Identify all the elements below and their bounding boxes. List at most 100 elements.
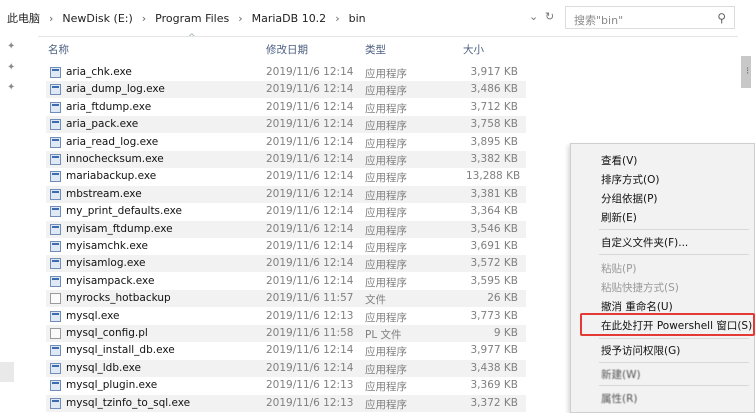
file-row[interactable]: aria_read_log.exe 2019/11/6 12:14 应用程序 3,89… bbox=[46, 134, 526, 151]
file-row[interactable]: mysql_ldb.exe 2019/11/6 12:14 应用程序 3,438 KB bbox=[46, 359, 526, 377]
exe-icon bbox=[50, 136, 61, 148]
file-date: 2019/11/6 12:14 bbox=[266, 100, 354, 113]
file-icon bbox=[50, 293, 61, 305]
menu-item-group[interactable]: 分组依据(P) bbox=[601, 191, 658, 206]
file-size: 3,382 KB bbox=[470, 153, 519, 165]
menu-item-undo-rename[interactable]: 撤消 重命名(U) bbox=[601, 299, 673, 314]
file-size: 3,712 KB bbox=[470, 100, 519, 113]
file-name: mysql_ldb.exe bbox=[66, 361, 141, 374]
file-date: 2019/11/6 12:14 bbox=[266, 361, 354, 374]
file-row[interactable]: myisamchk.exe 2019/11/6 12:14 应用程序 3,691 KB bbox=[46, 238, 526, 255]
column-header: ^ 名称 修改日期 类型 大小 bbox=[38, 33, 738, 60]
file-name: mysql_tzinfo_to_sql.exe bbox=[66, 396, 191, 409]
file-date: 2019/11/6 11:58 bbox=[266, 327, 354, 339]
breadcrumb-newdisk[interactable]: NewDisk (E:) bbox=[59, 12, 135, 25]
file-row[interactable]: myrocks_hotbackup 2019/11/6 11:57 文件 26 KB bbox=[46, 290, 526, 308]
file-size: 13,288 KB bbox=[466, 170, 521, 183]
file-row[interactable]: myisampack.exe 2019/11/6 12:14 应用程序 3,595 K… bbox=[46, 273, 526, 290]
file-row[interactable]: mysql.exe 2019/11/6 12:13 应用程序 3,773 KB bbox=[46, 308, 526, 325]
breadcrumb-program-files[interactable]: Program Files bbox=[152, 12, 232, 25]
exe-icon bbox=[50, 241, 61, 252]
file-size: 26 KB bbox=[487, 292, 518, 305]
file-date: 2019/11/6 12:14 bbox=[266, 240, 354, 252]
refresh-icon[interactable]: ↻ bbox=[545, 10, 554, 23]
file-date: 2019/11/6 12:13 bbox=[266, 309, 354, 322]
file-date: 2019/11/6 12:14 bbox=[266, 257, 354, 270]
nav-selected-item[interactable] bbox=[0, 362, 14, 382]
more-icon: ⁝ bbox=[746, 66, 750, 77]
file-row[interactable]: mariabackup.exe 2019/11/6 12:14 应用程序 13,288… bbox=[46, 168, 526, 185]
breadcrumb-bin[interactable]: bin bbox=[346, 12, 369, 25]
file-type: 应用程序 bbox=[365, 68, 407, 80]
breadcrumb-mariadb[interactable]: MariaDB 10.2 bbox=[249, 12, 330, 25]
chevron-down-icon[interactable]: ⌄ bbox=[529, 10, 538, 23]
file-name: mysql_plugin.exe bbox=[66, 379, 158, 392]
menu-item-open-powershell[interactable]: 在此处打开 Powershell 窗口(S) bbox=[601, 318, 752, 333]
exe-icon bbox=[50, 362, 61, 374]
file-row[interactable]: innochecksum.exe 2019/11/6 12:14 应用程序 3,382… bbox=[46, 151, 526, 168]
file-row[interactable]: aria_dump_log.exe 2019/11/6 12:14 应用程序 3,48… bbox=[46, 81, 526, 99]
file-size: 3,546 KB bbox=[470, 222, 519, 235]
file-date: 2019/11/6 12:14 bbox=[266, 205, 354, 218]
exe-icon bbox=[50, 345, 61, 357]
column-date[interactable]: 修改日期 bbox=[266, 42, 308, 57]
menu-item-properties[interactable]: 属性(R) bbox=[601, 391, 638, 406]
file-type: 应用程序 bbox=[365, 137, 407, 150]
breadcrumb-this-pc[interactable]: 此电脑 bbox=[4, 10, 43, 26]
file-size: 3,372 KB bbox=[470, 396, 519, 409]
file-row[interactable]: aria_pack.exe 2019/11/6 12:14 应用程序 3,758 KB bbox=[46, 116, 526, 134]
breadcrumb[interactable]: 此电脑 › NewDisk (E:) › Program Files › MariaDB 1… bbox=[4, 10, 369, 26]
file-row[interactable]: mysql_tzinfo_to_sql.exe 2019/11/6 12:13 应用… bbox=[46, 394, 526, 412]
search-icon: ⚲ bbox=[717, 11, 726, 25]
file-type: 应用程序 bbox=[365, 172, 407, 185]
file-date: 2019/11/6 12:13 bbox=[266, 396, 354, 409]
file-row[interactable]: mbstream.exe 2019/11/6 12:14 应用程序 3,381 KB bbox=[46, 185, 526, 203]
file-type: 应用程序 bbox=[365, 346, 407, 359]
file-type: 应用程序 bbox=[365, 381, 407, 394]
menu-separator bbox=[599, 229, 749, 230]
file-row[interactable]: mysql_install_db.exe 2019/11/6 12:14 应用程序 3… bbox=[46, 342, 526, 359]
menu-item-grant-access[interactable]: 授予访问权限(G) bbox=[601, 343, 680, 358]
file-row[interactable]: aria_ftdump.exe 2019/11/6 12:14 应用程序 3,712 … bbox=[46, 99, 526, 116]
file-date: 2019/11/6 12:14 bbox=[266, 118, 354, 131]
search-input[interactable]: 搜索"bin" ⚲ bbox=[565, 6, 735, 29]
file-name: aria_ftdump.exe bbox=[66, 100, 152, 113]
menu-item-paste-shortcut[interactable]: 粘贴快捷方式(S) bbox=[601, 280, 679, 295]
file-size: 3,364 KB bbox=[470, 205, 519, 218]
menu-item-sort[interactable]: 排序方式(O) bbox=[601, 172, 659, 187]
file-name: innochecksum.exe bbox=[66, 153, 164, 165]
context-menu[interactable]: 查看(V) 排序方式(O) 分组依据(P) 刷新(E) 自定义文件夹(F)...… bbox=[570, 143, 755, 413]
file-type: PL 文件 bbox=[365, 329, 402, 341]
file-type: 应用程序 bbox=[365, 155, 407, 167]
menu-item-customize[interactable]: 自定义文件夹(F)... bbox=[601, 235, 688, 250]
column-size[interactable]: 大小 bbox=[463, 42, 484, 57]
navigation-pane[interactable]: ✦ ✦ ✦ bbox=[0, 36, 38, 413]
file-name: mysql.exe bbox=[66, 309, 120, 322]
menu-item-paste[interactable]: 粘贴(P) bbox=[601, 261, 637, 276]
file-type: 应用程序 bbox=[365, 398, 407, 411]
file-row[interactable]: myisam_ftdump.exe 2019/11/6 12:14 应用程序 3,54… bbox=[46, 220, 526, 238]
menu-separator bbox=[599, 338, 749, 339]
file-size: 3,758 KB bbox=[470, 118, 519, 131]
file-name: myisampack.exe bbox=[66, 274, 155, 287]
file-row[interactable]: myisamlog.exe 2019/11/6 12:14 应用程序 3,572 KB bbox=[46, 255, 526, 273]
pin-icon: ✦ bbox=[7, 62, 16, 73]
file-row[interactable]: mysql_config.pl 2019/11/6 11:58 PL 文件 9 KB bbox=[46, 325, 526, 342]
menu-item-refresh[interactable]: 刷新(E) bbox=[601, 210, 637, 225]
file-name: aria_chk.exe bbox=[66, 66, 132, 78]
file-date: 2019/11/6 12:14 bbox=[266, 83, 354, 96]
column-type[interactable]: 类型 bbox=[365, 42, 386, 57]
menu-item-new[interactable]: 新建(W) bbox=[601, 367, 641, 382]
menu-item-view[interactable]: 查看(V) bbox=[601, 153, 637, 168]
file-row[interactable]: my_print_defaults.exe 2019/11/6 12:14 应用程序… bbox=[46, 203, 526, 220]
file-row[interactable]: aria_chk.exe 2019/11/6 12:14 应用程序 3,917 KB bbox=[46, 64, 526, 81]
file-name: aria_dump_log.exe bbox=[66, 83, 165, 96]
menu-separator bbox=[599, 362, 749, 363]
file-row[interactable]: mysql_plugin.exe 2019/11/6 12:13 应用程序 3,369… bbox=[46, 377, 526, 394]
exe-icon bbox=[50, 223, 61, 235]
exe-icon bbox=[50, 84, 61, 96]
column-name[interactable]: 名称 bbox=[48, 42, 69, 57]
file-type: 应用程序 bbox=[365, 259, 407, 272]
file-name: myrocks_hotbackup bbox=[66, 292, 171, 305]
file-date: 2019/11/6 12:14 bbox=[266, 66, 354, 78]
